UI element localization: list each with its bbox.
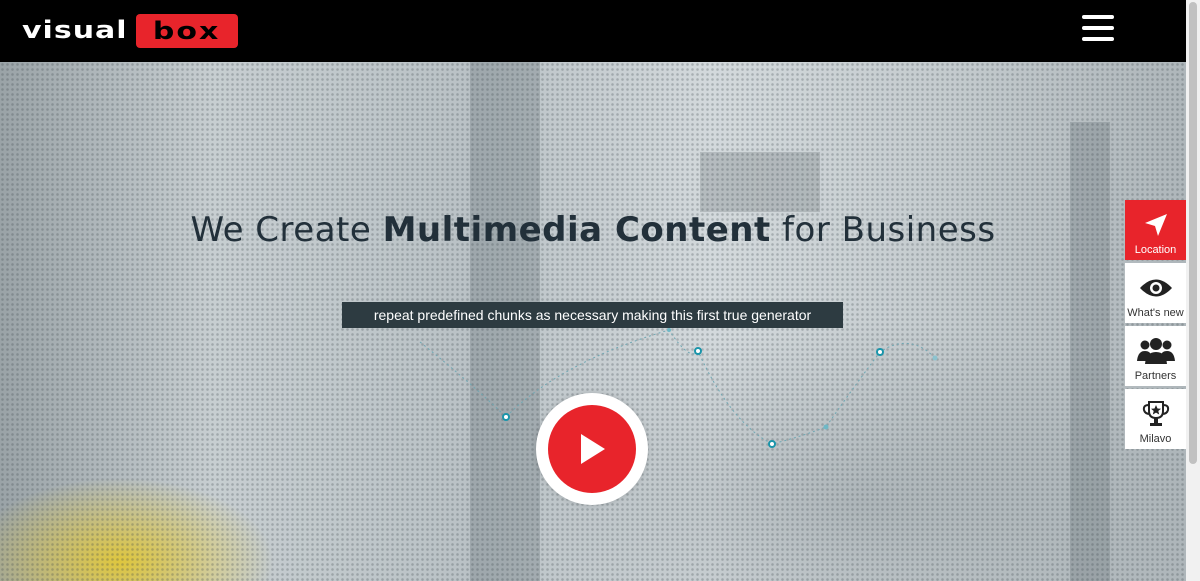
play-button-circle: [548, 405, 636, 493]
scrollbar-thumb[interactable]: [1189, 2, 1197, 464]
people-group-icon: [1136, 338, 1175, 364]
headline-text-pre: We Create: [190, 210, 383, 250]
hero-headline: We Create Multimedia Content for Busines…: [0, 210, 1186, 250]
hero-tagline: repeat predefined chunks as necessary ma…: [342, 302, 843, 328]
side-quick-menu: Location What's new Partners Milavo: [1125, 200, 1186, 452]
visualbox-logo[interactable]: visual box: [22, 14, 238, 48]
logo-word-visual: visual: [22, 16, 128, 45]
page-scrollbar[interactable]: [1186, 0, 1200, 581]
side-item-label: What's new: [1127, 307, 1184, 319]
headline-text-bold: Multimedia Content: [382, 210, 771, 250]
eye-icon: [1139, 279, 1172, 297]
play-video-button[interactable]: [536, 393, 648, 505]
navigation-arrow-icon: [1144, 214, 1167, 236]
side-item-milavo[interactable]: Milavo: [1125, 389, 1186, 449]
side-item-location[interactable]: Location: [1125, 200, 1186, 260]
logo-word-box: box: [135, 14, 238, 48]
top-navbar: visual box: [0, 0, 1186, 62]
side-item-label: Milavo: [1139, 433, 1172, 445]
hero-section: We Create Multimedia Content for Busines…: [0, 62, 1186, 581]
side-item-partners[interactable]: Partners: [1125, 326, 1186, 386]
play-icon: [581, 434, 605, 464]
hamburger-menu-icon[interactable]: [1082, 15, 1114, 41]
side-item-label: Partners: [1134, 370, 1177, 382]
logo-box-text: box: [152, 17, 221, 45]
trophy-icon: [1142, 401, 1169, 426]
side-item-label: Location: [1134, 244, 1177, 256]
headline-text-post: for Business: [770, 210, 996, 250]
side-item-whats-new[interactable]: What's new: [1125, 263, 1186, 323]
